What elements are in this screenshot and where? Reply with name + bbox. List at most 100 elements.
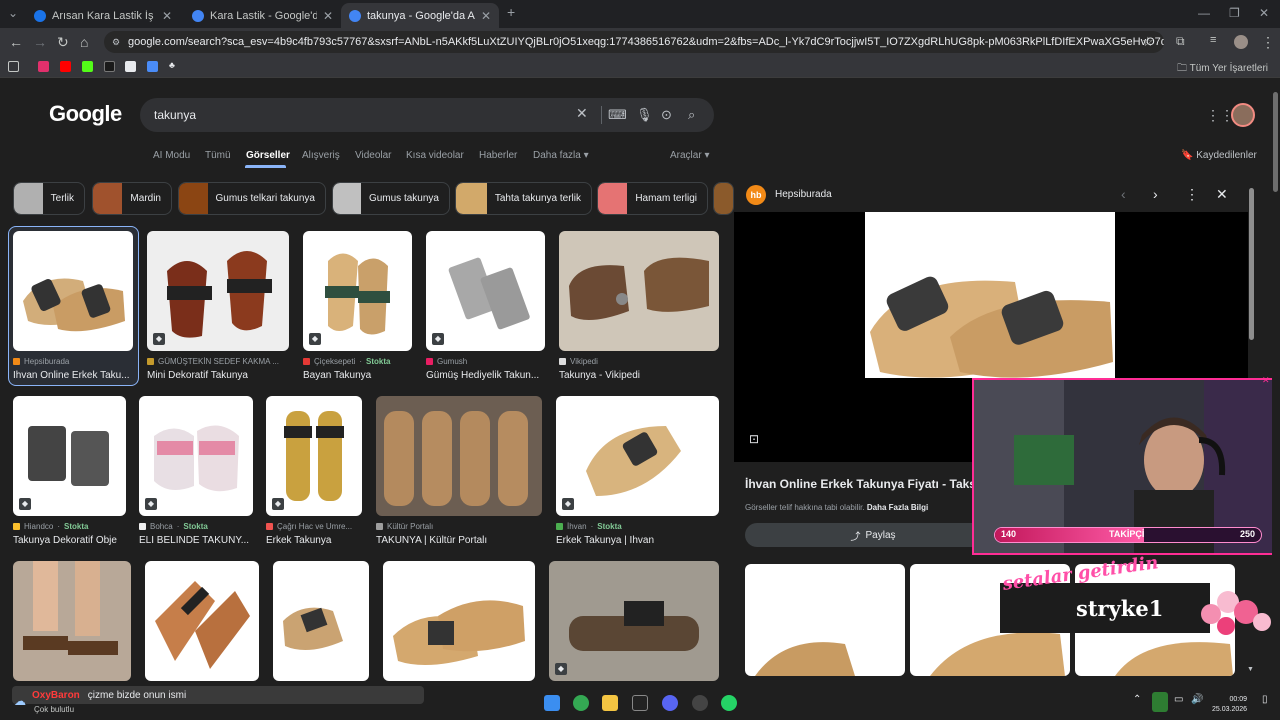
- microphone-icon[interactable]: 🎙: [636, 107, 653, 123]
- extensions-icon[interactable]: ⧉: [1176, 34, 1185, 49]
- new-tab-icon[interactable]: +: [507, 4, 515, 20]
- page-scrollbar[interactable]: [1272, 84, 1280, 680]
- lens-search-icon[interactable]: ⊡: [749, 432, 759, 446]
- back-icon[interactable]: ←: [9, 34, 23, 50]
- image-result[interactable]: ◆ GÜMÜŞTEKİN SEDEF KAKMA ... Mini Dekora…: [147, 231, 289, 381]
- more-options-icon[interactable]: ⋮: [1185, 186, 1199, 203]
- kick-icon[interactable]: [82, 61, 93, 72]
- file-explorer-icon[interactable]: [602, 695, 618, 711]
- google-logo[interactable]: Google: [49, 101, 122, 127]
- image-result[interactable]: Kültür Portalı TAKUNYA | Kültür Portalı: [376, 396, 542, 546]
- previous-image-icon[interactable]: ‹: [1121, 186, 1126, 202]
- site-info-icon[interactable]: ⚙: [112, 37, 120, 48]
- discord-icon[interactable]: [662, 695, 678, 711]
- keyboard-icon[interactable]: ⌨: [608, 107, 627, 123]
- chip-tahta-takunya[interactable]: Tahta takunya terlik: [455, 182, 592, 215]
- chip-mardin[interactable]: Mardin: [92, 182, 172, 215]
- hepsiburada-logo-icon[interactable]: hb: [746, 185, 766, 205]
- page-scrollbar-thumb[interactable]: [1273, 92, 1278, 192]
- image-result[interactable]: ◆ Çağrı Hac ve Umre... Erkek Takunya: [266, 396, 362, 546]
- preview-image[interactable]: [865, 212, 1115, 378]
- image-result[interactable]: ◆ Hiandco · Stokta Takunya Dekoratif Obje: [13, 396, 126, 546]
- chip-partial[interactable]: [713, 182, 734, 215]
- home-icon[interactable]: ⌂: [80, 34, 88, 50]
- image-result[interactable]: [13, 561, 131, 681]
- scroll-down-icon[interactable]: ▼: [1247, 666, 1254, 673]
- whatsapp-icon[interactable]: [721, 695, 737, 711]
- lens-camera-icon[interactable]: ⊙: [661, 107, 672, 123]
- search-icon[interactable]: ⌕: [688, 107, 695, 123]
- tab-images[interactable]: Görseller: [246, 150, 290, 161]
- reload-icon[interactable]: ↻: [57, 34, 69, 51]
- weather-icon[interactable]: ☁: [14, 694, 26, 708]
- chip-gumus-telkari[interactable]: Gumus telkari takunya: [178, 182, 326, 215]
- image-result[interactable]: ◆ Gumush Gümüş Hediyelik Takun...: [426, 231, 545, 381]
- bookmark-icon[interactable]: [125, 61, 136, 72]
- tab-ai-mode[interactable]: AI Modu: [153, 150, 190, 161]
- image-result[interactable]: ◆: [549, 561, 719, 681]
- google-apps-icon[interactable]: ⋮⋮: [1206, 107, 1234, 124]
- tab-more[interactable]: Daha fazla ▾: [533, 150, 589, 161]
- more-info-link[interactable]: Daha Fazla Bilgi: [867, 503, 928, 512]
- share-button[interactable]: ⤴ Paylaş: [745, 523, 1001, 547]
- media-icon[interactable]: ≡: [1210, 34, 1216, 46]
- start-icon[interactable]: [544, 695, 560, 711]
- related-image[interactable]: [745, 564, 905, 676]
- bookmark-icon[interactable]: [147, 61, 158, 72]
- apps-grid-icon[interactable]: [8, 61, 19, 72]
- preview-source[interactable]: Hepsiburada: [775, 189, 832, 200]
- image-result[interactable]: [383, 561, 535, 681]
- preview-title[interactable]: İhvan Online Erkek Takunya Fiyatı - Taks…: [745, 477, 975, 491]
- epic-games-icon[interactable]: [632, 695, 648, 711]
- url-bar[interactable]: ⚙ google.com/search?sca_esv=4b9c4fb793c5…: [104, 31, 1164, 53]
- instagram-icon[interactable]: [38, 61, 49, 72]
- bookmark-icon[interactable]: [104, 61, 115, 72]
- tab-3-active[interactable]: takunya - Google'da Ara ✕: [341, 3, 499, 28]
- image-result[interactable]: [273, 561, 369, 681]
- tools-button[interactable]: Araçlar ▾: [670, 150, 709, 161]
- youtube-icon[interactable]: [60, 61, 71, 72]
- image-result[interactable]: [145, 561, 259, 681]
- profile-avatar[interactable]: [1234, 35, 1248, 49]
- weather-status[interactable]: Çok bulutlu: [34, 705, 74, 714]
- tray-chevron-icon[interactable]: ⌃: [1133, 694, 1141, 705]
- all-bookmarks[interactable]: 🗀 Tüm Yer İşaretleri: [1177, 61, 1268, 78]
- menu-icon[interactable]: ⋮: [1261, 34, 1275, 51]
- tab-list-icon[interactable]: ⌄: [8, 6, 18, 20]
- volume-icon[interactable]: 🔊: [1191, 694, 1203, 705]
- tab-news[interactable]: Haberler: [479, 150, 517, 161]
- close-tab-icon[interactable]: ✕: [162, 9, 172, 23]
- forward-icon[interactable]: →: [33, 34, 47, 50]
- tab-videos[interactable]: Videolar: [355, 150, 392, 161]
- chrome-icon[interactable]: [573, 695, 589, 711]
- bookmark-icon[interactable]: ♣: [169, 60, 180, 71]
- notifications-icon[interactable]: ▯: [1262, 694, 1268, 705]
- obs-icon[interactable]: [692, 695, 708, 711]
- image-result[interactable]: ◆ Bohca · Stokta ELİ BELİNDE TAKUNY...: [139, 396, 253, 546]
- close-tab-icon[interactable]: ✕: [323, 9, 333, 23]
- next-image-icon[interactable]: ›: [1153, 186, 1158, 202]
- chip-gumus-takunya[interactable]: Gumus takunya: [332, 182, 450, 215]
- minimize-icon[interactable]: —: [1198, 6, 1210, 20]
- close-preview-icon[interactable]: ✕: [1216, 186, 1228, 203]
- tab-shopping[interactable]: Alışveriş: [302, 150, 340, 161]
- image-result[interactable]: ◆ Çiçeksepeti · Stokta Bayan Takunya: [303, 231, 412, 381]
- image-result[interactable]: Hepsiburada İhvan Online Erkek Taku...: [13, 231, 133, 381]
- image-result[interactable]: Vikipedi Takunya - Vikipedi: [559, 231, 719, 381]
- system-clock[interactable]: 00:09 25.03.2026: [1212, 695, 1247, 715]
- chip-hamam-terligi[interactable]: Hamam terligi: [597, 182, 708, 215]
- close-tab-icon[interactable]: ✕: [481, 9, 491, 23]
- tab-1[interactable]: Arısan Kara Lastik İş Ayakkabısı ✕: [26, 3, 180, 28]
- chip-terlik[interactable]: Terlik: [13, 182, 85, 215]
- bookmark-star-icon[interactable]: ☆: [1142, 34, 1154, 50]
- panel-scrollbar[interactable]: [1249, 188, 1254, 340]
- tab-2[interactable]: Kara Lastik - Google'da Ara ✕: [184, 3, 341, 28]
- microphone-tray-icon[interactable]: [1152, 692, 1168, 712]
- maximize-icon[interactable]: ❐: [1229, 6, 1240, 20]
- tab-all[interactable]: Tümü: [205, 150, 231, 161]
- search-input[interactable]: takunya: [140, 98, 714, 132]
- clear-search-icon[interactable]: ✕: [576, 105, 588, 122]
- google-account-avatar[interactable]: [1231, 103, 1255, 127]
- image-result[interactable]: ◆ İhvan · Stokta Erkek Takunya | İhvan: [556, 396, 719, 546]
- close-window-icon[interactable]: ✕: [1259, 6, 1269, 20]
